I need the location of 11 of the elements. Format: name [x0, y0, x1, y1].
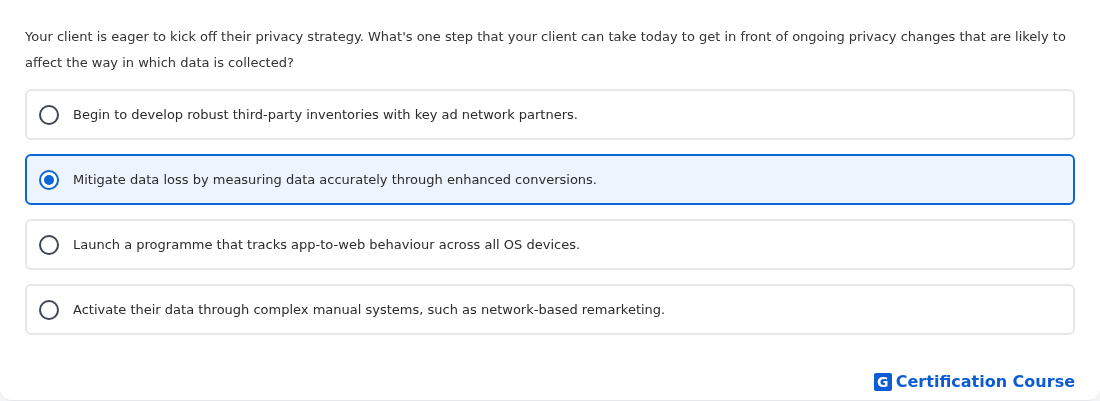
question-text: Your client is eager to kick off their privacy strategy. What's one step that your client can take today to get in front of ongoing privacy changes that are likely to affect the way in which data is collected?: [25, 28, 1067, 72]
answer-option[interactable]: Activate their data through complex manual systems, such as network-based remarketing.: [25, 284, 1075, 335]
logo-icon: G: [873, 372, 892, 391]
brand-name: Certification Course: [895, 372, 1075, 391]
answer-option[interactable]: Begin to develop robust third-party inventories with key ad network partners.: [25, 89, 1075, 140]
answer-option[interactable]: Mitigate data loss by measuring data accurately through enhanced conversions.: [25, 154, 1075, 205]
radio-button[interactable]: [39, 104, 59, 125]
radio-button[interactable]: [39, 169, 59, 190]
radio-button[interactable]: [39, 299, 59, 320]
radio-button[interactable]: [39, 234, 59, 255]
answer-option[interactable]: Launch a programme that tracks app-to-web behaviour across all OS devices.: [25, 219, 1075, 270]
